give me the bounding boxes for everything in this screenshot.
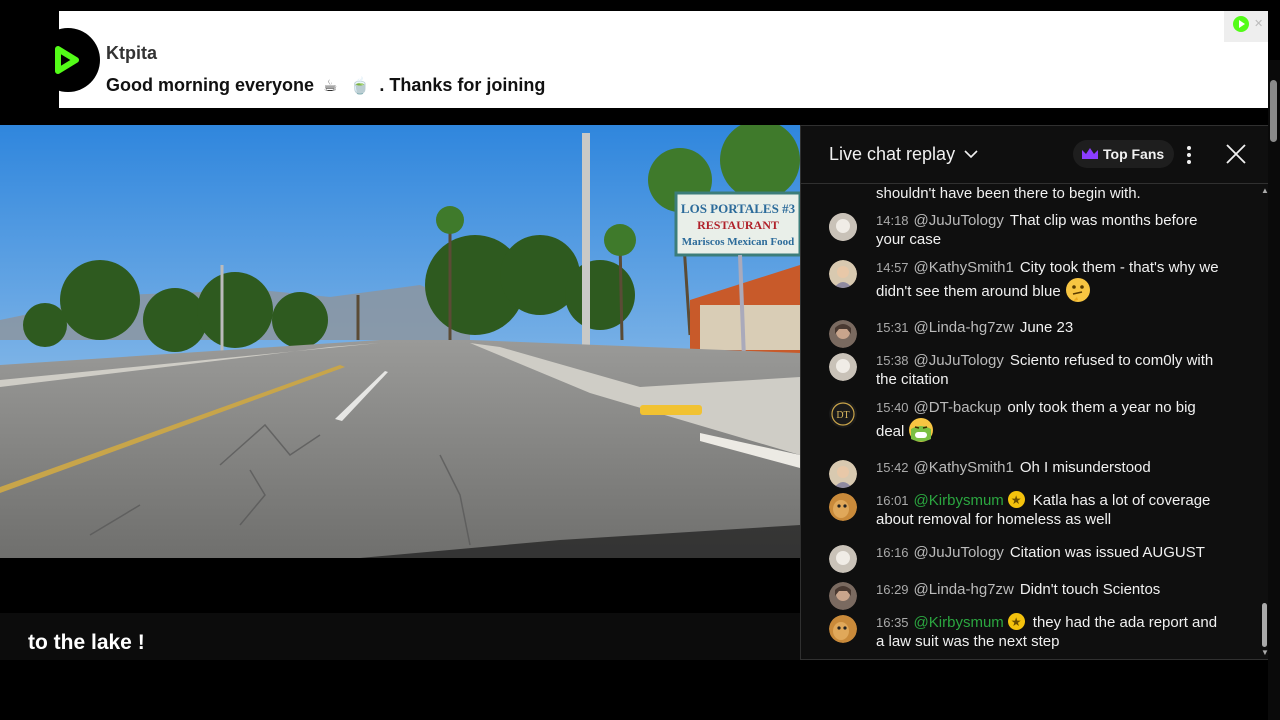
- live-chat-panel: Live chat replay Top Fans shouldn't have…: [800, 125, 1270, 660]
- chat-message-text: Oh I misunderstood: [1019, 459, 1151, 476]
- author-name[interactable]: @Kirbysmum: [914, 492, 1004, 509]
- timestamp: 15:38: [876, 353, 909, 368]
- avatar[interactable]: [829, 545, 857, 573]
- banner-message-start: Good morning everyone: [106, 75, 315, 95]
- tea-emoji: 🍵: [350, 76, 371, 95]
- author-name[interactable]: @Linda-hg7zw: [914, 319, 1014, 336]
- timestamp: 15:40: [876, 400, 909, 415]
- author-name[interactable]: @JuJuTology: [914, 544, 1004, 561]
- avatar[interactable]: [829, 460, 857, 488]
- author-name[interactable]: @KathySmith1: [914, 459, 1014, 476]
- avatar[interactable]: [829, 493, 857, 521]
- author-name[interactable]: @Linda-hg7zw: [914, 581, 1014, 598]
- chat-message-text: Citation was issued AUGUST: [1009, 544, 1205, 561]
- video-caption: to the lake !: [28, 631, 145, 654]
- coffee-emoji: ☕: [323, 76, 338, 95]
- sign-line-3: Mariscos Mexican Food: [682, 236, 794, 248]
- timestamp: 15:42: [876, 460, 909, 475]
- author-name[interactable]: @KathySmith1: [914, 259, 1014, 276]
- sign-line-2: RESTAURANT: [697, 218, 779, 232]
- timestamp: 16:01: [876, 493, 909, 508]
- timestamp: 16:29: [876, 582, 909, 597]
- timestamp: 15:31: [876, 320, 909, 335]
- banner-close-icon[interactable]: ✕: [1254, 17, 1263, 30]
- banner-username: Ktpita: [106, 43, 157, 63]
- banner-corner-badge: ✕: [1224, 11, 1268, 42]
- chat-message-text: June 23: [1019, 319, 1074, 336]
- member-badge-icon: [1007, 491, 1025, 510]
- crown-icon: [1082, 148, 1098, 159]
- video-player[interactable]: LOS PORTALES #3 RESTAURANT Mariscos Mexi…: [0, 125, 800, 558]
- close-icon[interactable]: [1225, 143, 1247, 165]
- author-name[interactable]: @JuJuTology: [914, 212, 1004, 229]
- timestamp: 16:35: [876, 615, 909, 630]
- author-name[interactable]: @Kirbysmum: [914, 614, 1004, 631]
- avatar[interactable]: [829, 260, 857, 288]
- banner-message: Good morning everyone ☕ 🍵 . Thanks for j…: [106, 75, 545, 96]
- member-badge-icon: [1007, 613, 1025, 632]
- sign-line-1: LOS PORTALES #3: [681, 201, 796, 216]
- chat-title[interactable]: Live chat replay: [829, 144, 955, 165]
- avatar[interactable]: [829, 213, 857, 241]
- nauseated-face-emoji: [908, 417, 934, 443]
- video-frame: LOS PORTALES #3 RESTAURANT Mariscos Mexi…: [0, 125, 800, 558]
- top-fans-button[interactable]: Top Fans: [1073, 140, 1175, 168]
- avatar[interactable]: [829, 320, 857, 348]
- chat-scrollbar-thumb[interactable]: [1262, 603, 1267, 647]
- timestamp: 14:57: [876, 260, 909, 275]
- kick-logo-icon: [36, 28, 100, 92]
- avatar[interactable]: DT: [829, 400, 857, 428]
- avatar[interactable]: [829, 615, 857, 643]
- chat-message-text: shouldn't have been there to begin with.: [876, 185, 1141, 202]
- banner-message-end: . Thanks for joining: [379, 75, 546, 95]
- author-name[interactable]: @DT-backup: [914, 399, 1002, 416]
- chat-alert-banner: Ktpita Good morning everyone ☕ 🍵 . Thank…: [10, 11, 1268, 108]
- page-scrollbar[interactable]: [1268, 60, 1280, 720]
- chat-message-text: Didn't touch Scientos: [1019, 581, 1161, 598]
- avatar[interactable]: [829, 353, 857, 381]
- page-scrollbar-thumb[interactable]: [1270, 80, 1277, 142]
- timestamp: 16:16: [876, 545, 909, 560]
- more-options-icon[interactable]: [1179, 144, 1199, 166]
- chevron-down-icon[interactable]: [963, 146, 979, 162]
- avatar[interactable]: [829, 582, 857, 610]
- dt-avatar-text: DT: [836, 410, 849, 421]
- kick-small-icon: [1233, 16, 1249, 32]
- chat-header: Live chat replay Top Fans: [801, 126, 1270, 184]
- thinking-face-emoji: [1065, 277, 1091, 303]
- top-fans-label: Top Fans: [1103, 146, 1165, 162]
- screen: Ktpita Good morning everyone ☕ 🍵 . Thank…: [0, 0, 1280, 720]
- timestamp: 14:18: [876, 213, 909, 228]
- author-name[interactable]: @JuJuTology: [914, 352, 1004, 369]
